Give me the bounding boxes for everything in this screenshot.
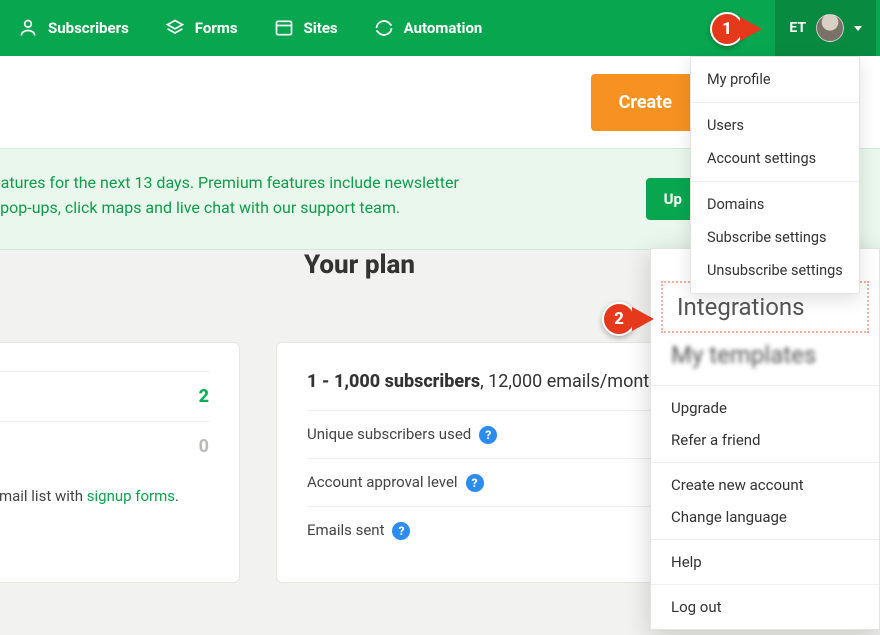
profile-initials: ET: [789, 20, 806, 36]
profile-menu-trigger[interactable]: ET: [775, 0, 876, 56]
menu-subscribe-settings[interactable]: Subscribe settings: [691, 221, 859, 254]
nav-sites[interactable]: Sites: [256, 18, 356, 38]
stat-value: 0: [199, 436, 209, 457]
menu-domains[interactable]: Domains: [691, 188, 859, 221]
menu-users[interactable]: Users: [691, 109, 859, 142]
menu-my-templates[interactable]: My templates: [651, 339, 879, 379]
stat-row: 0: [0, 421, 209, 471]
annotation-callout-2: 2: [602, 302, 654, 336]
nav-label: Subscribers: [48, 19, 129, 37]
menu-refer-friend[interactable]: Refer a friend: [651, 424, 879, 456]
nav-subscribers[interactable]: Subscribers: [0, 18, 147, 38]
nav-forms[interactable]: Forms: [147, 18, 256, 38]
profile-dropdown-extended: Integrations My templates Upgrade Refer …: [650, 248, 880, 630]
callout-number: 2: [602, 302, 636, 336]
help-icon[interactable]: ?: [479, 426, 497, 444]
annotation-callout-1: 1: [710, 12, 762, 46]
window-icon: [274, 18, 294, 38]
nav-label: Forms: [195, 19, 238, 37]
signup-forms-link[interactable]: signup forms: [87, 487, 175, 505]
avatar: [816, 14, 844, 42]
menu-create-account[interactable]: Create new account: [651, 469, 879, 501]
nav-automation[interactable]: Automation: [356, 18, 501, 38]
nav-label: Automation: [404, 19, 483, 37]
menu-unsubscribe-settings[interactable]: Unsubscribe settings: [691, 254, 859, 287]
refresh-icon: [374, 18, 394, 38]
menu-account-settings[interactable]: Account settings: [691, 142, 859, 175]
menu-change-language[interactable]: Change language: [651, 501, 879, 533]
user-icon: [18, 18, 38, 38]
layers-icon: [165, 18, 185, 38]
stat-row: 2: [0, 371, 209, 421]
help-icon[interactable]: ?: [392, 522, 410, 540]
stat-value: 2: [199, 386, 209, 407]
nav-label: Sites: [304, 19, 338, 37]
menu-upgrade[interactable]: Upgrade: [651, 392, 879, 424]
create-button[interactable]: Create: [591, 74, 700, 131]
banner-text: um features for the next 13 days. Premiu…: [0, 171, 520, 221]
help-icon[interactable]: ?: [466, 474, 484, 492]
menu-my-profile[interactable]: My profile: [691, 63, 859, 96]
signup-note: email list with signup forms.: [0, 471, 209, 505]
profile-dropdown: My profile Users Account settings Domain…: [690, 56, 860, 294]
chevron-down-icon: [854, 26, 862, 31]
menu-help[interactable]: Help: [651, 546, 879, 578]
menu-log-out[interactable]: Log out: [651, 591, 879, 623]
stats-card: 2 0 email list with signup forms.: [0, 342, 240, 583]
callout-number: 1: [710, 12, 744, 46]
